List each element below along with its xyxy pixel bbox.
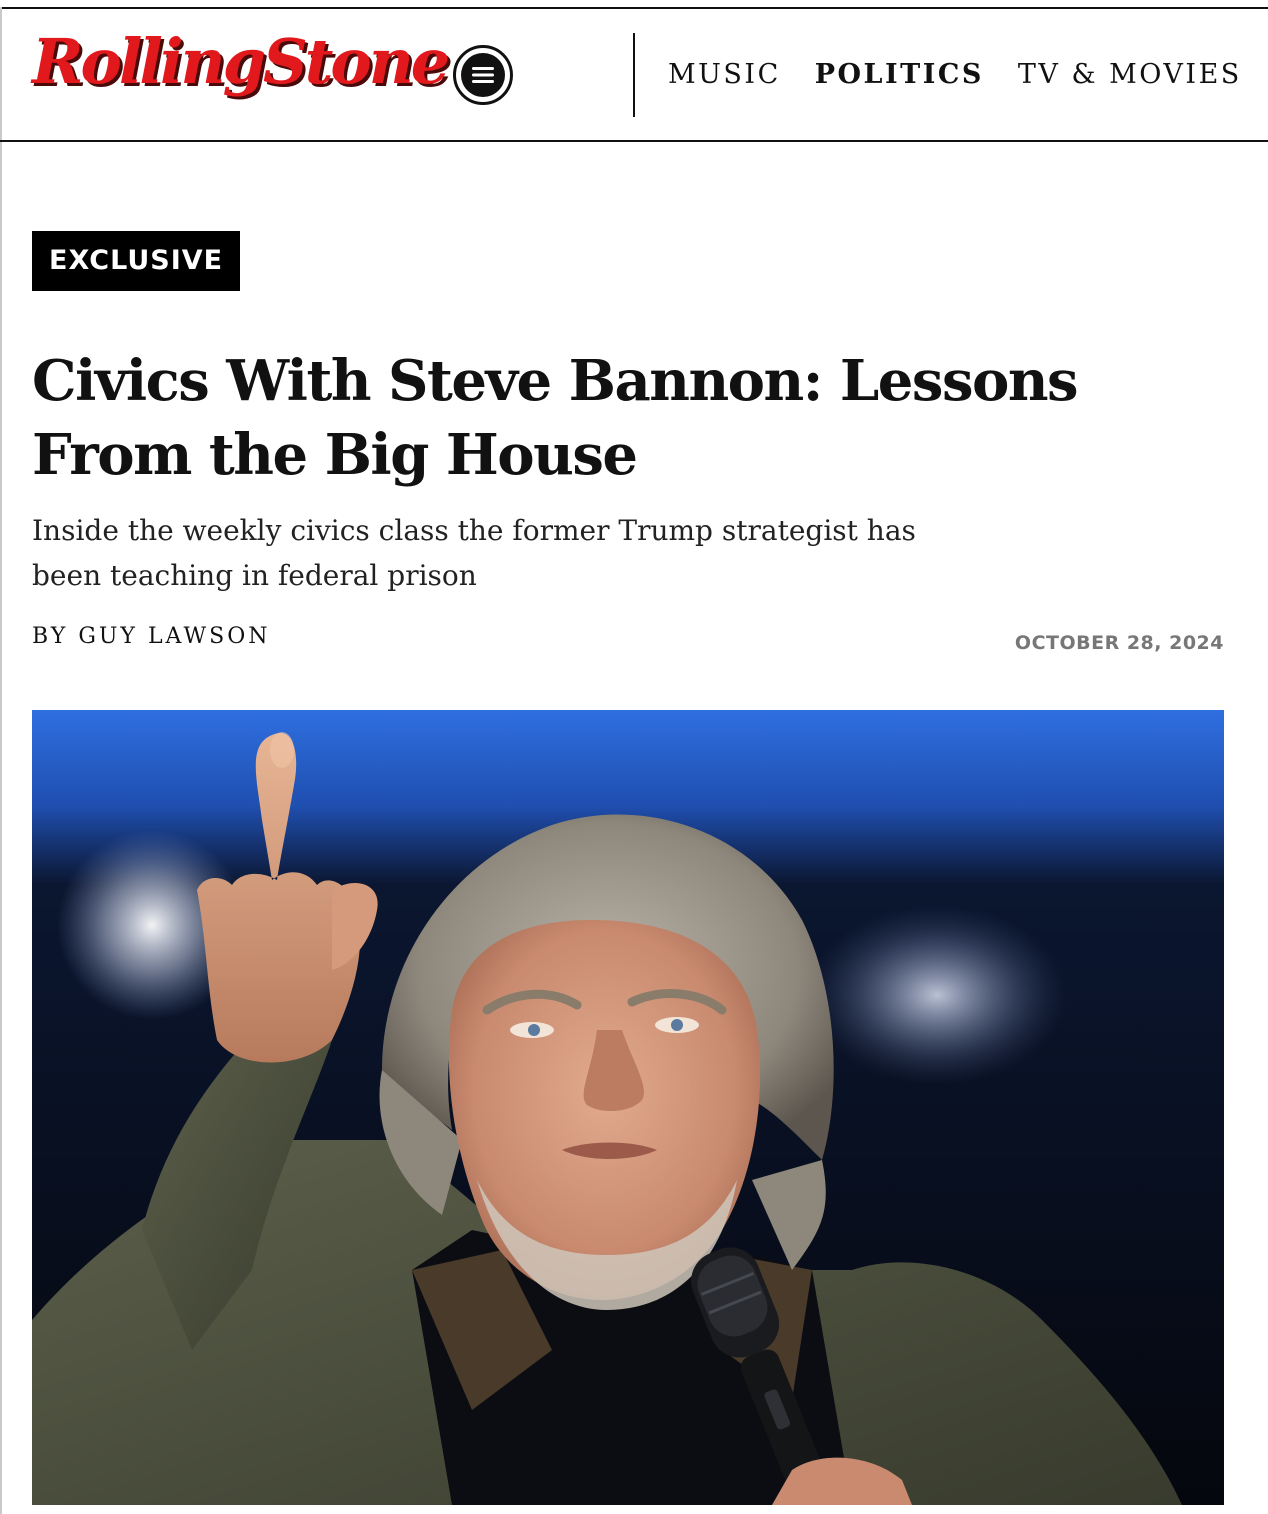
publish-date: OCTOBER 28, 2024 <box>1014 632 1224 654</box>
menu-button[interactable] <box>453 45 513 105</box>
byline-prefix: BY <box>32 624 69 649</box>
primary-nav: MUSIC POLITICS TV & MOVIES (S <box>668 57 1268 91</box>
headline-line-2: From the Big House <box>32 422 638 488</box>
hamburger-menu-icon <box>461 53 505 97</box>
header-bottom-rule <box>0 140 1268 142</box>
dek-line-1: Inside the weekly civics class the forme… <box>32 514 916 547</box>
dek-line-2: been teaching in federal prison <box>32 559 477 592</box>
article-headline: Civics With Steve Bannon: Lessons From t… <box>32 344 1132 492</box>
site-header: RollingStone MUSIC POLITICS TV & MOVIES … <box>0 9 1268 141</box>
hero-photo-illustration <box>32 710 1224 1505</box>
headline-line-1: Civics With Steve Bannon: Lessons <box>32 348 1079 414</box>
hero-image <box>32 710 1224 1505</box>
nav-item-tv-movies[interactable]: TV & MOVIES <box>1018 59 1242 90</box>
nav-item-politics[interactable]: POLITICS <box>815 59 984 90</box>
exclusive-badge[interactable]: EXCLUSIVE <box>32 231 241 291</box>
nav-divider <box>633 33 635 117</box>
page-left-edge <box>0 7 2 1514</box>
site-logo[interactable]: RollingStone <box>32 31 450 93</box>
article-dek: Inside the weekly civics class the forme… <box>32 508 972 598</box>
nav-item-music[interactable]: MUSIC <box>668 59 781 90</box>
author-link[interactable]: GUY LAWSON <box>78 624 270 649</box>
byline: BY GUY LAWSON <box>32 624 271 649</box>
